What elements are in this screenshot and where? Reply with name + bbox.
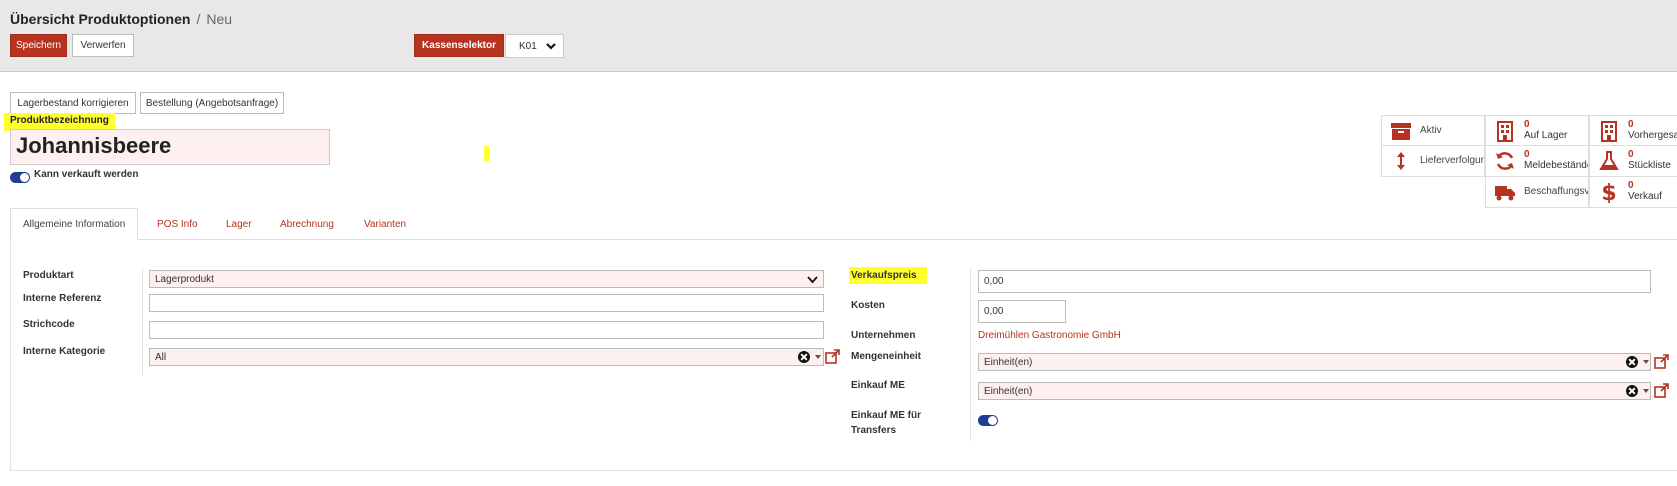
caret-down-icon[interactable] — [1643, 360, 1649, 364]
archive-icon — [1391, 123, 1411, 140]
uom-label: Mengeneinheit — [851, 351, 922, 362]
forecast-label: Vorhergesa — [1628, 130, 1677, 141]
purchase-uom-transfers-label: Einkauf ME für Transfers — [851, 408, 921, 438]
clear-icon[interactable] — [1626, 385, 1638, 397]
forecast-button[interactable]: 0 Vorhergesa — [1589, 115, 1677, 146]
reorder-button[interactable]: 0 Meldebestände — [1485, 146, 1589, 177]
cash-selector-button[interactable]: Kassenselektor — [414, 34, 504, 57]
reorder-count: 0 — [1524, 149, 1530, 160]
product-name-input[interactable]: Johannisbeere — [10, 129, 330, 165]
can-be-sold-toggle[interactable] — [10, 172, 30, 183]
toggle-knob — [20, 173, 29, 182]
internal-category-value: All — [155, 351, 167, 363]
company-link[interactable]: Dreimühlen Gastronomie GmbH — [978, 330, 1121, 341]
tab-pos-info[interactable]: POS Info — [157, 208, 198, 240]
save-button[interactable]: Speichern — [10, 34, 67, 57]
forecast-count: 0 — [1628, 119, 1634, 130]
can-be-sold-label: Kann verkauft werden — [34, 169, 139, 180]
sales-count: 0 — [1628, 180, 1634, 191]
breadcrumb: Übersicht Produktoptionen / Neu — [10, 11, 232, 27]
external-link-icon[interactable] — [1654, 354, 1669, 369]
chevron-down-icon — [546, 43, 556, 50]
active-button[interactable]: Aktiv — [1381, 115, 1485, 146]
highlight-marker — [484, 146, 489, 161]
sheet-left-border — [10, 240, 11, 470]
sales-price-input[interactable]: 0,00 — [978, 270, 1651, 293]
tab-general-information[interactable]: Allgemeine Information — [10, 208, 139, 240]
left-form-divider — [142, 268, 143, 375]
breadcrumb-current: Neu — [206, 11, 233, 27]
purchase-uom-transfers-toggle[interactable] — [978, 415, 998, 426]
bom-label: Stückliste — [1628, 160, 1671, 171]
external-link-icon[interactable] — [825, 349, 840, 364]
product-type-label: Produktart — [23, 270, 74, 281]
cash-selector-select[interactable]: K01 — [505, 34, 564, 58]
on-hand-button[interactable]: 0 Auf Lager — [1485, 115, 1589, 146]
procurement-button[interactable]: Beschaffungsvo — [1485, 177, 1589, 208]
active-label: Aktiv — [1420, 125, 1442, 136]
right-form-divider — [970, 268, 971, 441]
notebook-tabs: Allgemeine Information POS Info Lager Ab… — [10, 208, 1677, 240]
tab-variants[interactable]: Varianten — [364, 208, 406, 240]
internal-reference-label: Interne Referenz — [23, 293, 102, 304]
tracking-button[interactable]: Lieferverfolgung — [1381, 146, 1485, 177]
internal-reference-input[interactable] — [149, 294, 824, 312]
bom-button[interactable]: 0 Stückliste — [1589, 146, 1677, 177]
building-icon — [1497, 121, 1513, 142]
chevron-down-icon — [807, 276, 818, 284]
internal-category-select[interactable]: All — [149, 348, 824, 366]
cost-input[interactable]: 0,00 — [978, 300, 1066, 323]
purchase-uom-label: Einkauf ME — [851, 380, 905, 391]
external-link-icon[interactable] — [1654, 383, 1669, 398]
company-label: Unternehmen — [851, 330, 916, 341]
bom-count: 0 — [1628, 149, 1634, 160]
breadcrumb-separator: / — [196, 11, 201, 27]
on-hand-label: Auf Lager — [1524, 130, 1568, 141]
internal-category-label: Interne Kategorie — [23, 346, 106, 357]
caret-down-icon[interactable] — [1643, 389, 1649, 393]
purchase-uom-value: Einheit(en) — [984, 385, 1033, 397]
flask-icon — [1599, 151, 1619, 170]
refresh-icon — [1496, 152, 1514, 170]
purchase-uom-select[interactable]: Einheit(en) — [978, 382, 1651, 400]
clear-icon[interactable] — [1626, 356, 1638, 368]
barcode-input[interactable] — [149, 321, 824, 339]
adjust-stock-button[interactable]: Lagerbestand korrigieren — [10, 92, 136, 114]
product-type-value: Lagerprodukt — [155, 273, 214, 285]
cost-label: Kosten — [851, 300, 885, 311]
reorder-label: Meldebestände — [1524, 160, 1589, 171]
barcode-label: Strichcode — [23, 319, 75, 330]
discard-button[interactable]: Verwerfen — [72, 34, 134, 57]
clear-icon[interactable] — [798, 351, 810, 363]
sales-label: Verkauf — [1628, 191, 1662, 202]
building-icon — [1601, 121, 1617, 142]
breadcrumb-parent-link[interactable]: Übersicht Produktoptionen — [10, 11, 190, 27]
uom-value: Einheit(en) — [984, 356, 1033, 368]
svg-text:$: $ — [1601, 181, 1616, 203]
tab-invoicing[interactable]: Abrechnung — [280, 208, 334, 240]
sales-button[interactable]: $ 0 Verkauf — [1589, 177, 1677, 208]
purchase-uom-transfers-label-line2: Transfers — [851, 425, 897, 436]
truck-icon — [1495, 186, 1515, 201]
sales-price-label: Verkaufspreis — [849, 267, 927, 284]
cash-selector-value: K01 — [519, 40, 537, 52]
control-panel: Übersicht Produktoptionen / Neu Speichern … — [0, 0, 1677, 72]
procurement-label: Beschaffungsvo — [1524, 186, 1589, 197]
order-request-button[interactable]: Bestellung (Angebotsanfrage) — [140, 92, 284, 114]
toggle-knob — [988, 416, 997, 425]
product-type-select[interactable]: Lagerprodukt — [149, 270, 824, 288]
tracking-label: Lieferverfolgung — [1420, 155, 1485, 166]
on-hand-count: 0 — [1524, 119, 1530, 130]
uom-select[interactable]: Einheit(en) — [978, 353, 1651, 371]
tab-inventory[interactable]: Lager — [226, 208, 252, 240]
dollar-icon: $ — [1601, 181, 1616, 203]
arrows-vertical-icon — [1397, 152, 1405, 170]
purchase-uom-transfers-label-line1: Einkauf ME für — [851, 410, 922, 421]
caret-down-icon[interactable] — [815, 355, 821, 359]
sheet-bottom-border — [10, 470, 1677, 471]
